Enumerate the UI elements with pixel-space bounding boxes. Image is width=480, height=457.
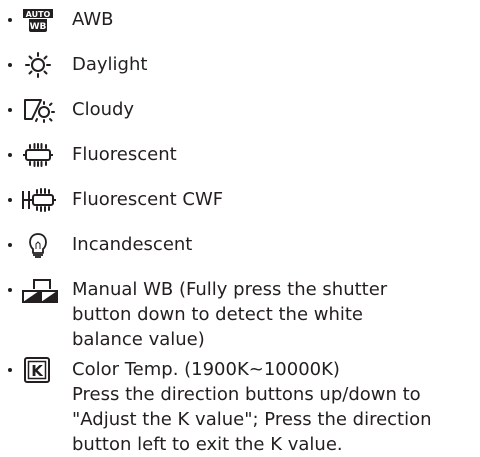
bullet	[8, 243, 12, 247]
awb-icon: AUTO WB	[20, 7, 60, 33]
label-line: balance value)	[72, 329, 205, 350]
fluorescent-icon	[20, 142, 60, 168]
label-line: Manual WB (Fully press the shutter	[72, 279, 388, 300]
label-line: Color Temp. (1900K~10000K)	[72, 359, 340, 380]
list-item-label: AWB	[72, 7, 472, 32]
bullet	[8, 108, 12, 112]
list-item-label: Color Temp. (1900K~10000K) Press the dir…	[72, 357, 472, 457]
label-line: Fluorescent	[72, 144, 177, 165]
bullet	[8, 198, 12, 202]
list-item-label: Daylight	[72, 52, 472, 77]
bullet	[8, 153, 12, 157]
awb-auto-text: AUTO	[26, 10, 51, 19]
fluorescent-cwf-icon	[20, 187, 60, 213]
bullet	[8, 288, 12, 292]
label-line: button left to exit the K value.	[72, 434, 343, 455]
manual-wb-icon	[20, 277, 60, 303]
list-item-label: Fluorescent	[72, 142, 472, 167]
color-temp-k-icon: K	[20, 357, 60, 383]
cloudy-icon	[20, 97, 60, 123]
bullet	[8, 18, 12, 22]
incandescent-bulb-icon	[20, 232, 60, 258]
label-line: AWB	[72, 9, 114, 30]
label-line: button down to detect the white	[72, 304, 364, 325]
list-item-label: Manual WB (Fully press the shutter butto…	[72, 277, 472, 352]
list-item-label: Incandescent	[72, 232, 472, 257]
label-line: Press the direction buttons up/down to	[72, 384, 421, 405]
bullet	[8, 63, 12, 67]
label-line: Incandescent	[72, 234, 193, 255]
awb-wb-text: WB	[30, 22, 47, 32]
label-line: Cloudy	[72, 99, 135, 120]
k-letter: K	[31, 362, 44, 380]
label-line: Fluorescent CWF	[72, 189, 224, 210]
list-item-label: Cloudy	[72, 97, 472, 122]
list-item-label: Fluorescent CWF	[72, 187, 472, 212]
label-line: "Adjust the K value"; Press the directio…	[72, 409, 432, 430]
bullet	[8, 368, 12, 372]
label-line: Daylight	[72, 54, 148, 75]
daylight-sun-icon	[20, 52, 60, 78]
